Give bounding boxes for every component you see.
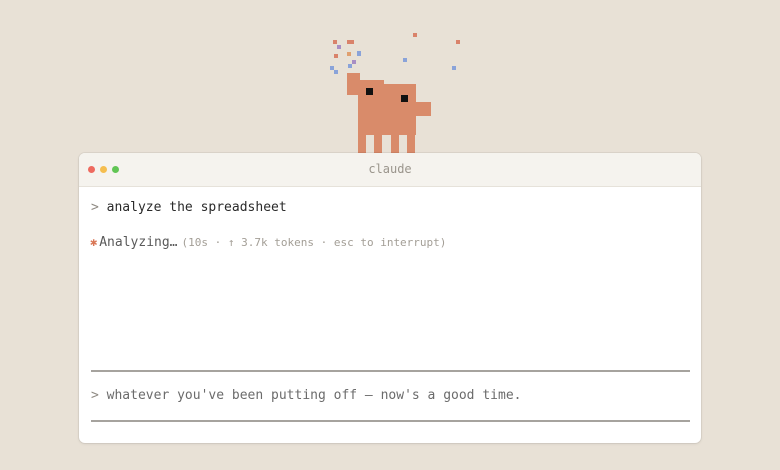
input-bottom-divider bbox=[91, 420, 690, 422]
asterisk-spinner-icon: ✱ bbox=[90, 235, 98, 249]
pig-body-icon bbox=[347, 73, 431, 153]
window-titlebar: claude bbox=[79, 153, 701, 187]
terminal-window: claude > analyze the spreadsheet ✱ Analyz… bbox=[79, 153, 701, 443]
status-label: Analyzing… bbox=[99, 235, 178, 250]
prompt-input[interactable]: > whatever you've been putting off — now… bbox=[91, 388, 521, 403]
user-command-line: > analyze the spreadsheet bbox=[91, 200, 287, 215]
input-placeholder: whatever you've been putting off — now's… bbox=[106, 388, 522, 403]
pixel-pig-mascot bbox=[330, 33, 460, 153]
input-prompt-symbol: > bbox=[91, 388, 99, 403]
command-prompt-symbol: > bbox=[91, 200, 99, 215]
status-detail: (10s · ↑ 3.7k tokens · esc to interrupt) bbox=[181, 236, 447, 249]
confetti-icon bbox=[330, 33, 460, 74]
status-line: ✱ Analyzing… (10s · ↑ 3.7k tokens · esc to… bbox=[90, 235, 446, 250]
user-command-text: analyze the spreadsheet bbox=[106, 200, 287, 215]
input-top-divider bbox=[91, 370, 690, 372]
window-title: claude bbox=[368, 162, 412, 176]
